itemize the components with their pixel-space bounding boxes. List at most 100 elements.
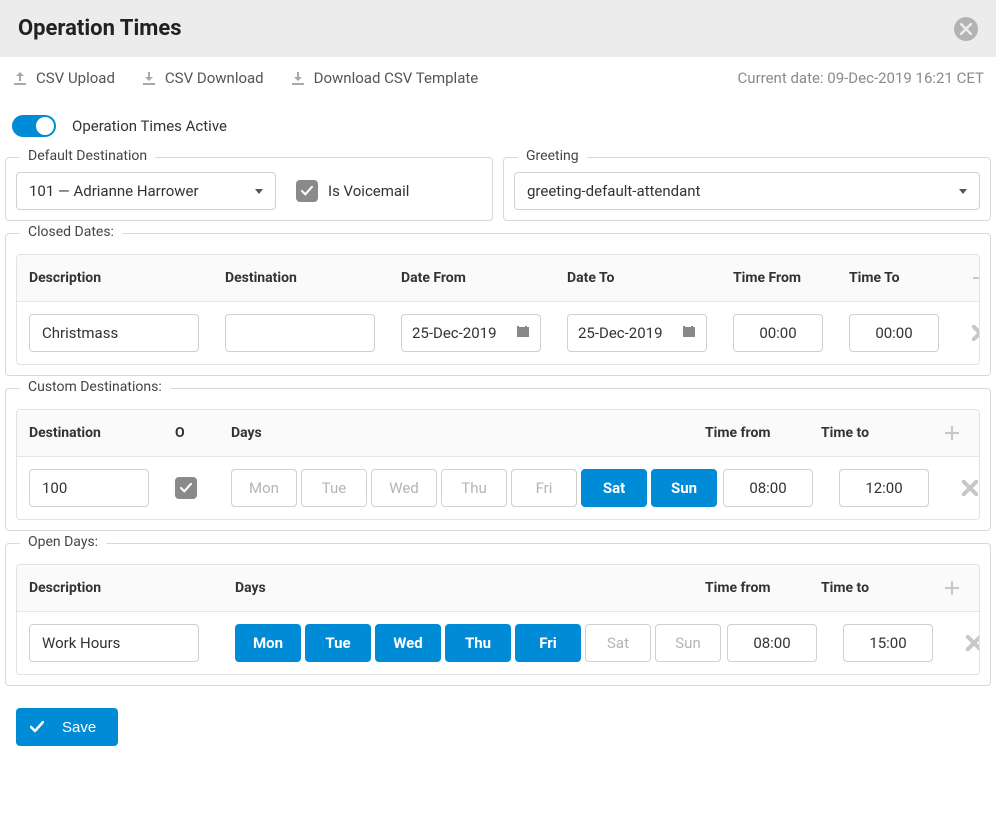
- save-button[interactable]: Save: [16, 708, 118, 746]
- delete-row-button[interactable]: [963, 632, 980, 654]
- day-thu[interactable]: Thu: [441, 469, 507, 507]
- csv-upload-label: CSV Upload: [36, 69, 115, 87]
- col-time-from: Time from: [705, 425, 815, 441]
- greeting-value: greeting-default-attendant: [527, 182, 700, 200]
- add-closed-date-button[interactable]: [969, 267, 980, 289]
- table-row: MonTueWedThuFriSatSun: [17, 457, 979, 519]
- time-from-input[interactable]: [733, 314, 823, 352]
- col-date-to: Date To: [567, 270, 727, 286]
- calendar-icon: [516, 324, 530, 342]
- day-wed[interactable]: Wed: [375, 624, 441, 662]
- custom-destinations-legend: Custom Destinations:: [20, 379, 170, 395]
- day-sat[interactable]: Sat: [581, 469, 647, 507]
- delete-row-button[interactable]: [969, 322, 980, 344]
- date-to-value: 25-Dec-2019: [578, 324, 663, 342]
- add-custom-destination-button[interactable]: [941, 422, 963, 444]
- open-days-legend: Open Days:: [20, 534, 106, 550]
- days-selector: MonTueWedThuFriSatSun: [235, 624, 721, 662]
- day-sat[interactable]: Sat: [585, 624, 651, 662]
- col-time-from: Time from: [705, 580, 815, 596]
- plus-icon: [944, 425, 960, 441]
- time-from-input[interactable]: [723, 469, 813, 507]
- csv-download-label: CSV Download: [165, 69, 264, 87]
- col-destination: Destination: [225, 270, 395, 286]
- destination-input[interactable]: [29, 469, 149, 507]
- operation-active-label: Operation Times Active: [72, 117, 227, 135]
- csv-template-button[interactable]: Download CSV Template: [290, 69, 479, 87]
- day-mon[interactable]: Mon: [235, 624, 301, 662]
- time-to-input[interactable]: [839, 469, 929, 507]
- download-icon: [290, 70, 306, 86]
- time-to-input[interactable]: [843, 624, 933, 662]
- day-fri[interactable]: Fri: [511, 469, 577, 507]
- col-time-to: Time To: [849, 270, 959, 286]
- operation-active-row: Operation Times Active: [0, 97, 996, 147]
- calendar-icon: [682, 324, 696, 342]
- greeting-legend: Greeting: [518, 148, 587, 164]
- col-time-from: Time From: [733, 270, 843, 286]
- close-button[interactable]: [954, 17, 978, 41]
- custom-destinations-fieldset: Custom Destinations: Destination O Days …: [5, 388, 991, 531]
- greeting-select[interactable]: greeting-default-attendant: [514, 172, 980, 210]
- day-thu[interactable]: Thu: [445, 624, 511, 662]
- page-title: Operation Times: [18, 16, 182, 41]
- download-icon: [141, 70, 157, 86]
- delete-row-button[interactable]: [959, 477, 980, 499]
- current-date-label: Current date: 09-Dec-2019 16:21 CET: [738, 69, 984, 87]
- date-from-value: 25-Dec-2019: [412, 324, 497, 342]
- day-sun[interactable]: Sun: [651, 469, 717, 507]
- chevron-down-icon: [959, 189, 967, 194]
- x-icon: [962, 480, 978, 496]
- chevron-down-icon: [255, 189, 263, 194]
- open-days-header: Description Days Time from Time to: [17, 565, 979, 612]
- col-time-to: Time to: [821, 580, 931, 596]
- default-destination-value: 101 — Adrianne Harrower: [29, 182, 199, 200]
- col-description: Description: [29, 580, 229, 596]
- col-date-from: Date From: [401, 270, 561, 286]
- csv-toolbar: CSV Upload CSV Download Download CSV Tem…: [0, 57, 996, 97]
- closed-dates-fieldset: Closed Dates: Description Destination Da…: [5, 233, 991, 376]
- check-icon: [180, 483, 192, 493]
- closed-dates-legend: Closed Dates:: [20, 224, 122, 240]
- description-input[interactable]: [29, 624, 199, 662]
- open-days-fieldset: Open Days: Description Days Time from Ti…: [5, 543, 991, 686]
- day-tue[interactable]: Tue: [305, 624, 371, 662]
- csv-download-button[interactable]: CSV Download: [141, 69, 264, 87]
- custom-destinations-header: Destination O Days Time from Time to: [17, 410, 979, 457]
- day-fri[interactable]: Fri: [515, 624, 581, 662]
- default-destination-fieldset: Default Destination 101 — Adrianne Harro…: [5, 157, 493, 221]
- close-icon: [960, 23, 972, 35]
- operation-active-toggle[interactable]: [12, 115, 56, 137]
- csv-template-label: Download CSV Template: [314, 69, 479, 87]
- add-open-day-button[interactable]: [941, 577, 963, 599]
- x-icon: [966, 635, 980, 651]
- save-label: Save: [62, 719, 96, 736]
- is-voicemail-label: Is Voicemail: [328, 182, 409, 200]
- x-icon: [972, 325, 980, 341]
- col-description: Description: [29, 270, 219, 286]
- greeting-fieldset: Greeting greeting-default-attendant: [503, 157, 991, 221]
- day-tue[interactable]: Tue: [301, 469, 367, 507]
- col-time-to: Time to: [821, 425, 931, 441]
- csv-upload-button[interactable]: CSV Upload: [12, 69, 115, 87]
- closed-dates-header: Description Destination Date From Date T…: [17, 255, 979, 302]
- destination-input[interactable]: [225, 314, 375, 352]
- date-from-input[interactable]: 25-Dec-2019: [401, 314, 541, 352]
- default-destination-select[interactable]: 101 — Adrianne Harrower: [16, 172, 276, 210]
- date-to-input[interactable]: 25-Dec-2019: [567, 314, 707, 352]
- is-voicemail-checkbox[interactable]: [296, 180, 318, 202]
- upload-icon: [12, 70, 28, 86]
- description-input[interactable]: [29, 314, 199, 352]
- day-wed[interactable]: Wed: [371, 469, 437, 507]
- time-to-input[interactable]: [849, 314, 939, 352]
- day-sun[interactable]: Sun: [655, 624, 721, 662]
- days-selector: MonTueWedThuFriSatSun: [231, 469, 717, 507]
- day-mon[interactable]: Mon: [231, 469, 297, 507]
- o-checkbox[interactable]: [175, 477, 197, 499]
- default-destination-legend: Default Destination: [20, 148, 155, 164]
- plus-icon: [972, 270, 980, 286]
- time-from-input[interactable]: [727, 624, 817, 662]
- col-days: Days: [231, 425, 699, 441]
- col-destination: Destination: [29, 425, 169, 441]
- plus-icon: [944, 580, 960, 596]
